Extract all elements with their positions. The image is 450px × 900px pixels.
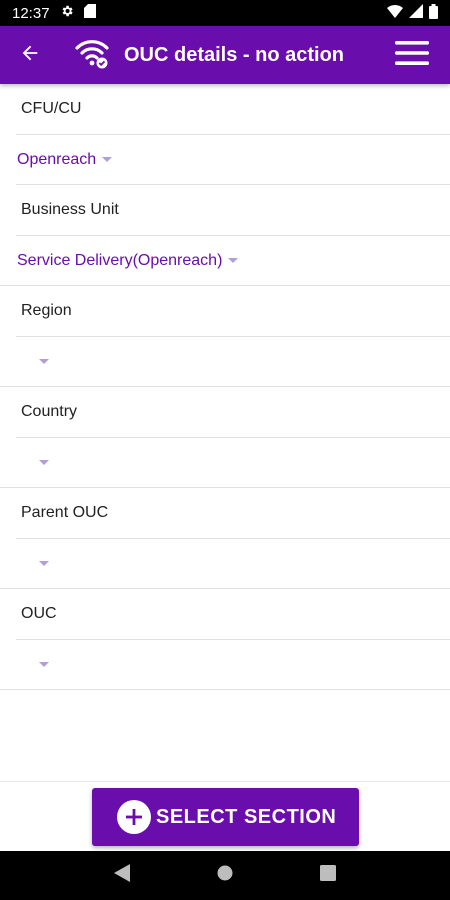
- country-dropdown[interactable]: [0, 438, 450, 488]
- signal-icon: [409, 4, 423, 22]
- status-bar: 12:37: [0, 0, 450, 26]
- parent-ouc-label-row: Parent OUC: [0, 488, 450, 539]
- settings-icon: [60, 4, 74, 22]
- country-label: Country: [21, 403, 78, 421]
- dropdown-arrow-icon: [39, 662, 49, 668]
- cfu-selected-value: Openreach: [17, 150, 97, 168]
- cfu-dropdown[interactable]: Openreach: [0, 135, 450, 185]
- dropdown-arrow-icon: [39, 561, 49, 567]
- system-nav-bar: [0, 851, 450, 900]
- page-title: OUC details - no action: [124, 43, 345, 66]
- select-section-button[interactable]: SELECT SECTION: [92, 788, 359, 846]
- cfu-label-row: CFU/CU: [0, 84, 450, 135]
- business-unit-label-row: Business Unit: [0, 185, 450, 236]
- sd-card-icon: [83, 4, 96, 22]
- battery-icon: [429, 3, 438, 23]
- region-dropdown[interactable]: [0, 337, 450, 387]
- country-label-row: Country: [0, 387, 450, 438]
- plus-circle-icon: [117, 800, 151, 834]
- business-unit-label: Business Unit: [21, 201, 119, 219]
- parent-ouc-label: Parent OUC: [21, 504, 109, 522]
- hamburger-menu-icon: [395, 40, 429, 70]
- region-label-row: Region: [0, 286, 450, 337]
- back-arrow-icon: [19, 42, 41, 69]
- business-unit-dropdown[interactable]: Service Delivery(Openreach): [0, 236, 450, 286]
- ouc-form: CFU/CU Openreach Business Unit Service D…: [0, 84, 450, 690]
- connection-status-button[interactable]: [70, 26, 114, 84]
- app-bar: OUC details - no action: [0, 26, 450, 84]
- dropdown-arrow-icon: [228, 258, 239, 264]
- business-unit-selected-value: Service Delivery(Openreach): [17, 251, 223, 269]
- nav-back-button[interactable]: [102, 856, 142, 896]
- parent-ouc-dropdown[interactable]: [0, 539, 450, 589]
- dropdown-arrow-icon: [39, 359, 49, 365]
- dropdown-arrow-icon: [102, 157, 113, 163]
- dropdown-arrow-icon: [39, 460, 49, 466]
- wifi-icon: [387, 4, 403, 22]
- nav-home-icon: [217, 865, 233, 886]
- nav-recents-icon: [320, 865, 337, 886]
- ouc-dropdown[interactable]: [0, 640, 450, 690]
- select-section-label: SELECT SECTION: [156, 805, 337, 828]
- menu-button[interactable]: [384, 26, 440, 84]
- ouc-label-row: OUC: [0, 589, 450, 640]
- status-time: 12:37: [12, 4, 50, 22]
- divider: [0, 689, 450, 690]
- ouc-label: OUC: [21, 605, 57, 623]
- wifi-check-icon: [74, 37, 110, 74]
- nav-home-button[interactable]: [205, 856, 245, 896]
- nav-recents-button[interactable]: [308, 856, 348, 896]
- nav-back-icon: [113, 864, 130, 887]
- back-button[interactable]: [4, 26, 56, 84]
- cfu-label: CFU/CU: [21, 100, 82, 118]
- footer: SELECT SECTION: [0, 781, 450, 851]
- region-label: Region: [21, 302, 72, 320]
